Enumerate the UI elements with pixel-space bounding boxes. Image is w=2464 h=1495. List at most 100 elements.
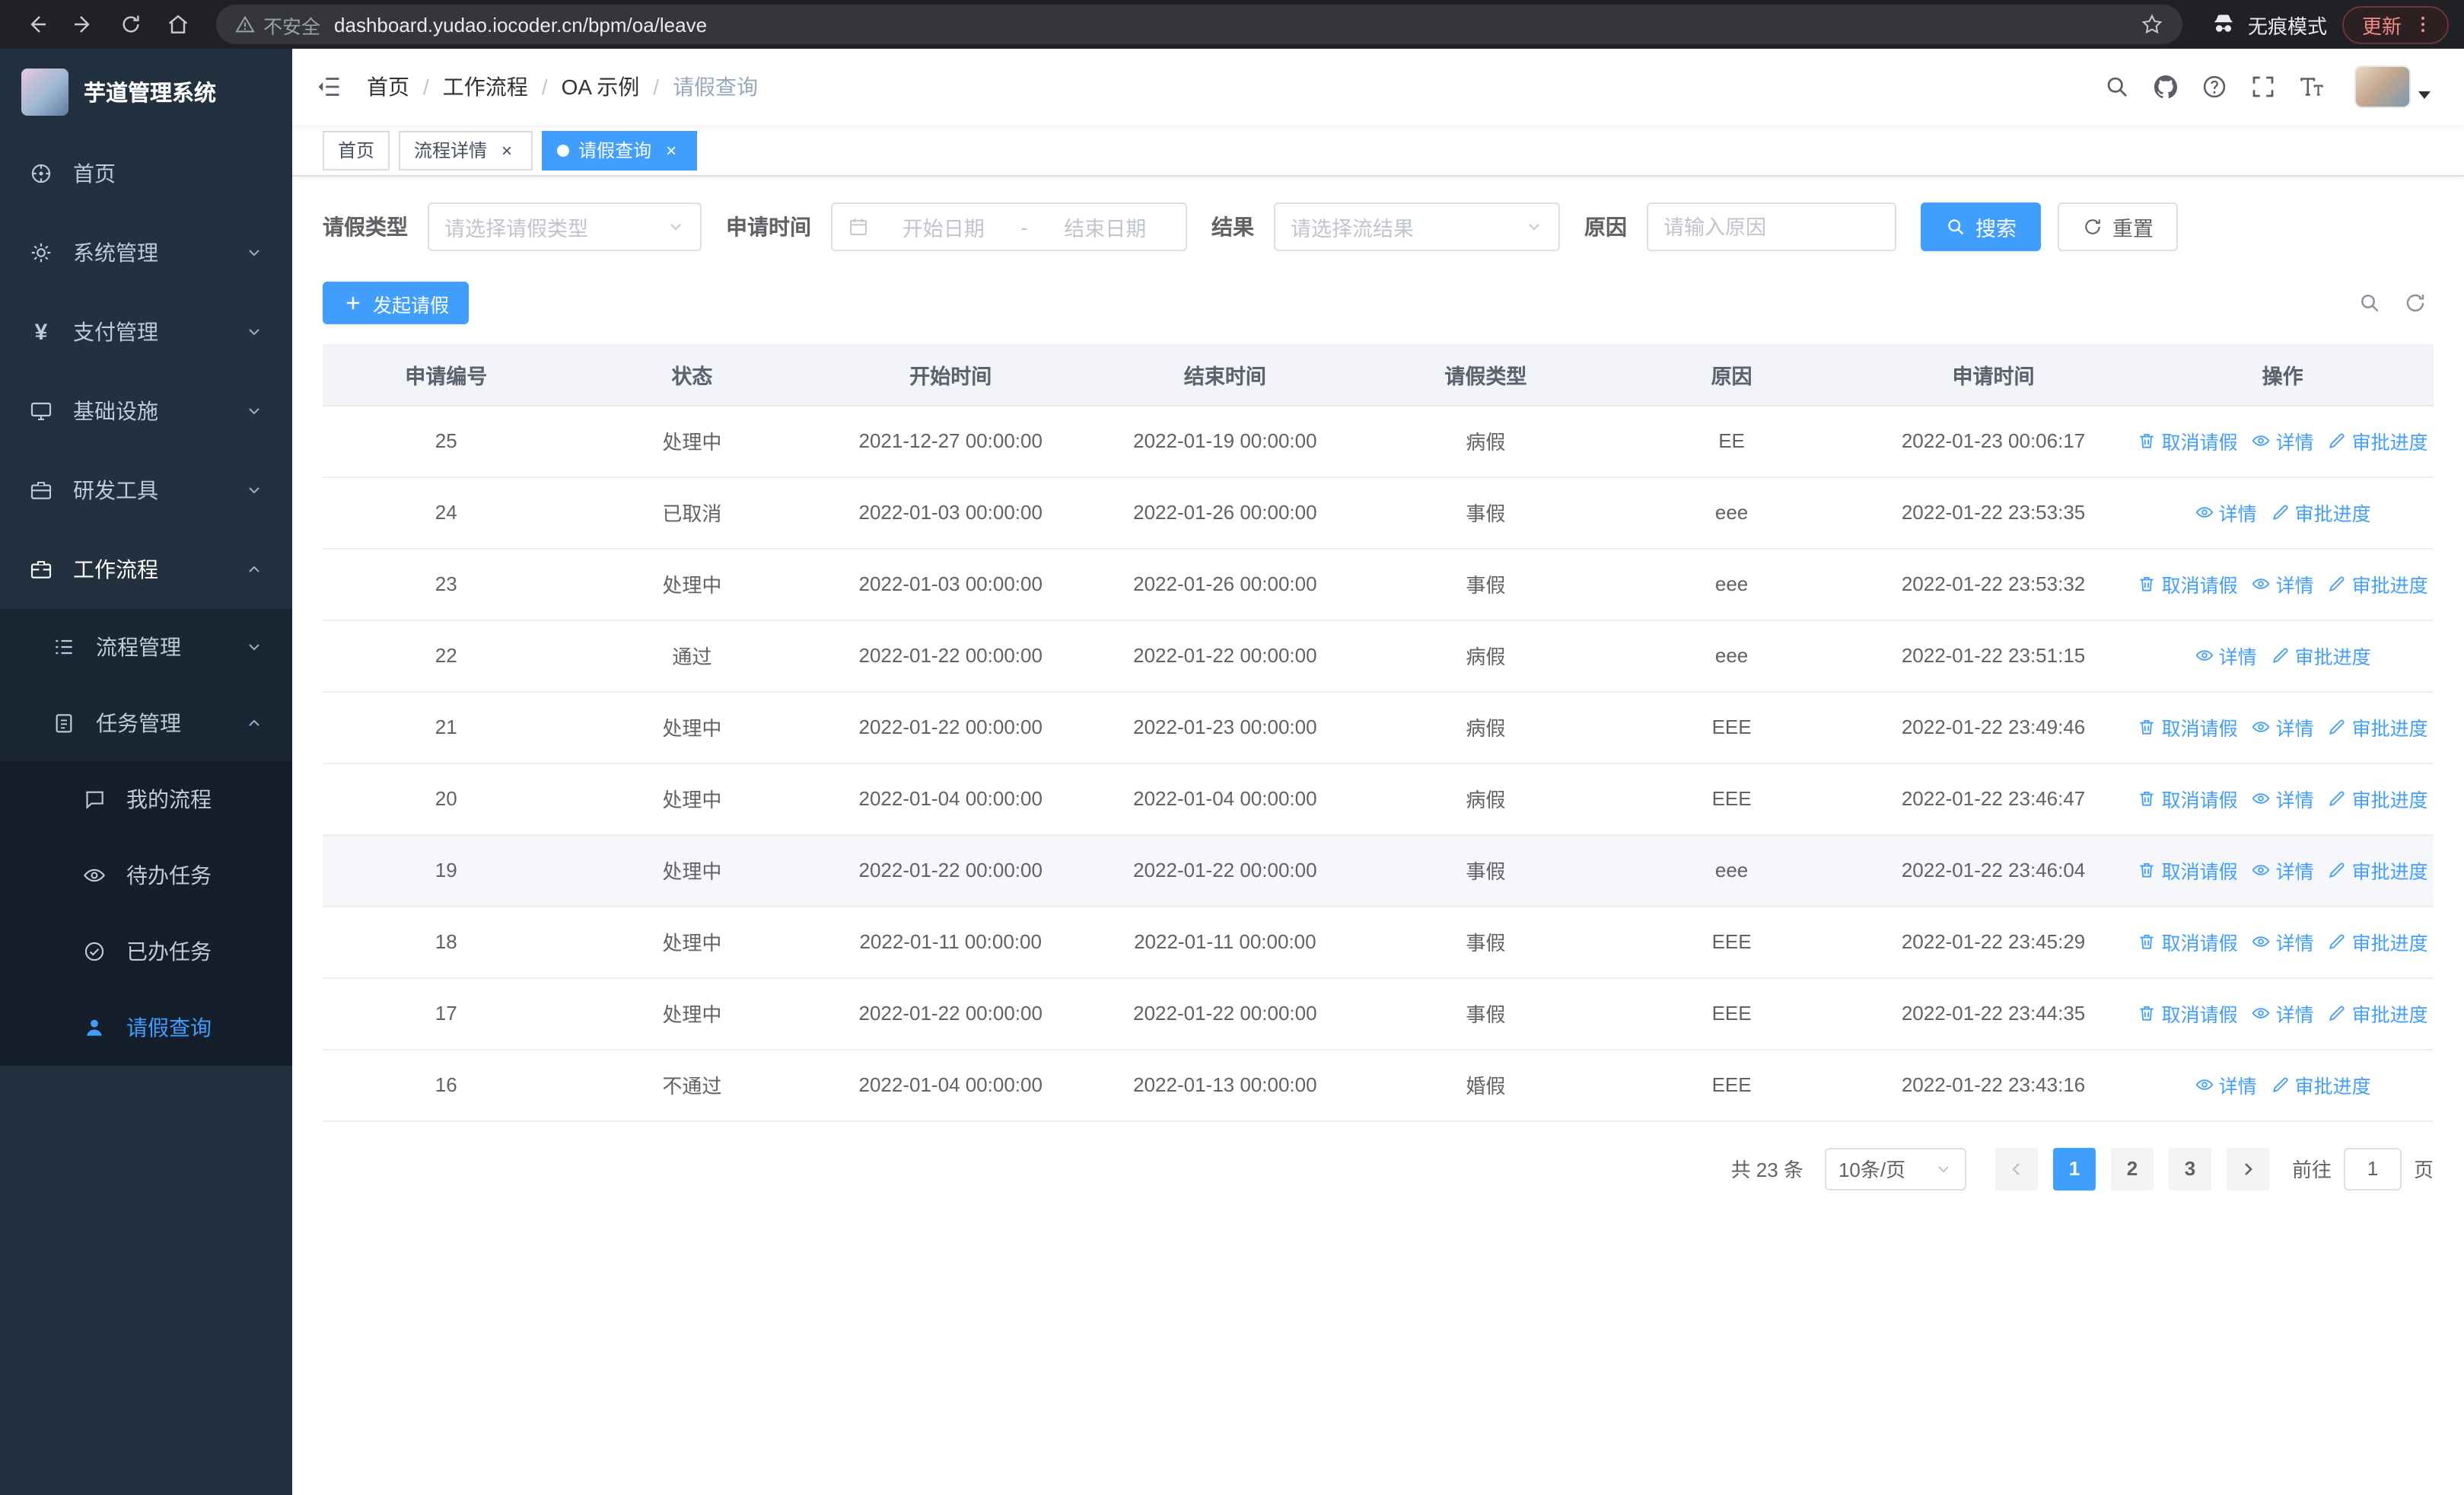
detail-button[interactable]: 详情	[2252, 712, 2314, 741]
approval-progress-button[interactable]: 审批进度	[2271, 1070, 2371, 1099]
address-bar[interactable]: 不安全 dashboard.yudao.iocoder.cn/bpm/oa/le…	[216, 5, 2182, 44]
trash-icon	[2140, 1006, 2154, 1021]
approval-progress-label: 审批进度	[2351, 432, 2428, 454]
cancel-leave-button[interactable]: 取消请假	[2138, 712, 2238, 741]
forward-button[interactable]	[62, 4, 103, 45]
breadcrumb-oa-example[interactable]: OA 示例	[562, 72, 640, 102]
edit-pen-icon	[2329, 576, 2345, 591]
sidebar-item-infrastructure[interactable]: 基础设施	[0, 371, 292, 451]
detail-button[interactable]: 详情	[2195, 641, 2257, 670]
detail-button[interactable]: 详情	[2252, 856, 2314, 885]
cancel-leave-button[interactable]: 取消请假	[2138, 999, 2238, 1028]
approval-progress-button[interactable]: 审批进度	[2328, 569, 2428, 598]
leave-type-select[interactable]: 请选择请假类型	[428, 202, 702, 251]
chevron-up-icon	[249, 566, 259, 572]
sidebar-item-label: 我的流程	[126, 787, 212, 811]
site-security-chip[interactable]: 不安全	[234, 10, 320, 39]
sidebar-item-todo-tasks[interactable]: 待办任务	[0, 837, 292, 913]
page-button-2[interactable]: 2	[2110, 1147, 2154, 1190]
detail-button[interactable]: 详情	[2195, 1070, 2257, 1099]
approval-progress-button[interactable]: 审批进度	[2328, 712, 2428, 741]
cell-start-time: 2022-01-22 00:00:00	[814, 620, 1087, 692]
sidebar-item-workflow[interactable]: 工作流程	[0, 530, 292, 609]
reason-input[interactable]	[1648, 204, 1895, 250]
cell-apply-id: 18	[323, 906, 570, 978]
cancel-leave-button[interactable]: 取消请假	[2138, 569, 2238, 598]
cell-apply-id: 24	[323, 477, 570, 549]
detail-button[interactable]: 详情	[2252, 999, 2314, 1028]
detail-button[interactable]: 详情	[2252, 784, 2314, 813]
tab-home[interactable]: 首页	[323, 130, 390, 170]
leave-table-body: 25 处理中 2021-12-27 00:00:00 2022-01-19 00…	[323, 405, 2434, 1121]
tab-process-detail[interactable]: 流程详情 ×	[399, 130, 533, 170]
sidebar-item-done-tasks[interactable]: 已办任务	[0, 913, 292, 990]
date-range-picker[interactable]: 开始日期 - 结束日期	[831, 202, 1187, 251]
trash-icon	[2140, 433, 2154, 448]
cell-end-time: 2022-01-23 00:00:00	[1087, 691, 1364, 763]
page-button-1[interactable]: 1	[2052, 1147, 2096, 1190]
app-logo[interactable]: 芋道管理系统	[0, 49, 292, 134]
detail-button[interactable]: 详情	[2252, 426, 2314, 455]
cancel-leave-button[interactable]: 取消请假	[2138, 784, 2238, 813]
yen-icon: ¥	[34, 319, 48, 345]
sidebar-item-leave-query[interactable]: 请假查询	[0, 990, 292, 1066]
fullscreen-button[interactable]	[2239, 49, 2287, 125]
detail-button[interactable]: 详情	[2252, 569, 2314, 598]
sidebar-item-label: 基础设施	[73, 399, 158, 423]
prev-page-button[interactable]	[1994, 1147, 2038, 1190]
user-menu[interactable]	[2336, 65, 2443, 108]
result-select[interactable]: 请选择流结果	[1274, 202, 1560, 251]
approval-progress-button[interactable]: 审批进度	[2328, 927, 2428, 956]
cell-status: 处理中	[569, 548, 815, 620]
bookmark-star-button[interactable]	[2140, 12, 2164, 37]
sidebar-item-process-management[interactable]: 流程管理	[0, 609, 292, 685]
approval-progress-button[interactable]: 审批进度	[2328, 856, 2428, 885]
page-size-select[interactable]: 10条/页	[1824, 1147, 1966, 1190]
sidebar-collapse-button[interactable]	[315, 73, 342, 100]
reload-button[interactable]	[110, 4, 151, 45]
breadcrumb-home[interactable]: 首页	[367, 72, 409, 102]
close-icon[interactable]: ×	[496, 139, 517, 161]
sidebar-item-task-management[interactable]: 任务管理	[0, 685, 292, 761]
url-text[interactable]: dashboard.yudao.iocoder.cn/bpm/oa/leave	[334, 13, 2126, 36]
sidebar-item-devtools[interactable]: 研发工具	[0, 451, 292, 530]
approval-progress-button[interactable]: 审批进度	[2328, 426, 2428, 455]
search-button[interactable]: 搜索	[1921, 202, 2041, 251]
header-search-button[interactable]	[2093, 49, 2141, 125]
home-button[interactable]	[157, 4, 198, 45]
approval-progress-button[interactable]: 审批进度	[2328, 784, 2428, 813]
eye-icon	[2195, 507, 2213, 518]
app-title: 芋道管理系统	[84, 81, 216, 106]
cancel-leave-button[interactable]: 取消请假	[2138, 426, 2238, 455]
cancel-leave-button[interactable]: 取消请假	[2138, 927, 2238, 956]
goto-page-input[interactable]	[2343, 1147, 2402, 1190]
close-icon[interactable]: ×	[661, 139, 682, 161]
browser-update-button[interactable]: 更新	[2341, 5, 2449, 43]
approval-progress-button[interactable]: 审批进度	[2271, 498, 2371, 527]
cell-apply-id: 21	[323, 691, 570, 763]
create-leave-button[interactable]: 发起请假	[323, 282, 470, 324]
approval-progress-button[interactable]: 审批进度	[2271, 641, 2371, 670]
cancel-leave-button[interactable]: 取消请假	[2138, 856, 2238, 885]
toggle-search-button[interactable]	[2357, 291, 2382, 315]
font-size-button[interactable]	[2287, 49, 2336, 125]
cell-leave-type: 事假	[1363, 834, 1609, 907]
screen: 不安全 dashboard.yudao.iocoder.cn/bpm/oa/le…	[0, 0, 2464, 1495]
refresh-table-button[interactable]	[2403, 291, 2427, 315]
sidebar-item-home[interactable]: 首页	[0, 134, 292, 213]
tab-leave-query[interactable]: 请假查询 ×	[542, 130, 698, 170]
docs-help-button[interactable]	[2190, 49, 2239, 125]
reset-button[interactable]: 重置	[2058, 202, 2178, 251]
approval-progress-button[interactable]: 审批进度	[2328, 999, 2428, 1028]
github-link-button[interactable]	[2141, 49, 2190, 125]
breadcrumb-workflow[interactable]: 工作流程	[443, 72, 528, 102]
breadcrumb: 首页 / 工作流程 / OA 示例 / 请假查询	[367, 72, 758, 102]
sidebar-item-system[interactable]: 系统管理	[0, 213, 292, 292]
page-button-3[interactable]: 3	[2168, 1147, 2211, 1190]
detail-button[interactable]: 详情	[2195, 498, 2257, 527]
detail-button[interactable]: 详情	[2252, 927, 2314, 956]
sidebar-item-payment[interactable]: ¥ 支付管理	[0, 292, 292, 371]
sidebar-item-my-processes[interactable]: 我的流程	[0, 761, 292, 837]
back-button[interactable]	[15, 4, 56, 45]
next-page-button[interactable]	[2226, 1147, 2269, 1190]
